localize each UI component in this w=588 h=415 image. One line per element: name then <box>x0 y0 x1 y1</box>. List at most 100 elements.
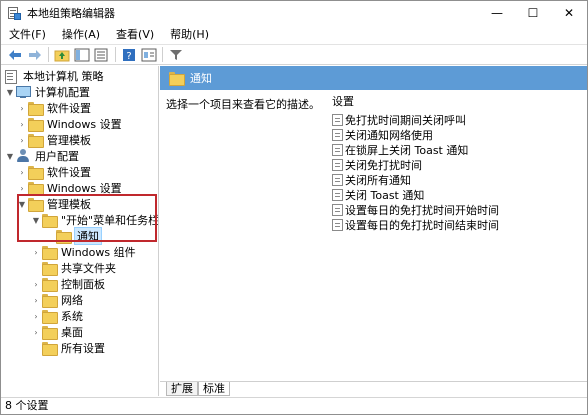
setting-item[interactable]: 关闭免打扰时间 <box>332 157 499 172</box>
tree-item-control-panel[interactable]: › 控制面板 <box>31 276 105 292</box>
setting-item[interactable]: 设置每日的免打扰时间开始时间 <box>332 202 499 217</box>
tree-item-computer-admin[interactable]: › 管理模板 <box>17 132 91 148</box>
folder-icon <box>27 102 44 116</box>
window-title: 本地组策略编辑器 <box>27 7 115 20</box>
setting-item[interactable]: 设置每日的免打扰时间结束时间 <box>332 217 499 232</box>
forward-button[interactable] <box>25 46 45 64</box>
collapse-arrow-icon[interactable]: ▼ <box>5 84 15 100</box>
expand-arrow-icon[interactable]: › <box>17 132 27 148</box>
tree-item-root[interactable]: 本地计算机 策略 <box>3 68 104 84</box>
tree-item-user-config[interactable]: ▼ 用户配置 <box>5 148 79 164</box>
back-button[interactable] <box>5 46 25 64</box>
maximize-button[interactable]: ☐ <box>515 1 551 25</box>
setting-item[interactable]: 关闭所有通知 <box>332 172 499 187</box>
collapse-arrow-icon[interactable]: ▼ <box>5 148 15 164</box>
policy-setting-icon <box>332 173 343 186</box>
folder-icon <box>41 246 58 260</box>
tree-item-system[interactable]: › 系统 <box>31 308 83 324</box>
computer-icon <box>15 85 31 99</box>
toolbar-separator <box>48 47 49 62</box>
toolbar: ? <box>1 44 587 65</box>
tree-item-label: 共享文件夹 <box>61 262 116 275</box>
policy-setting-icon <box>332 113 343 126</box>
forward-arrow-icon <box>29 49 41 60</box>
tree-item-label: Windows 组件 <box>61 246 136 259</box>
filter-button[interactable] <box>166 46 186 64</box>
tree-item-network[interactable]: › 网络 <box>31 292 83 308</box>
policy-setting-icon <box>332 218 343 231</box>
view-tabs: 扩展 标准 <box>160 381 587 396</box>
tab-standard[interactable]: 标准 <box>198 382 230 396</box>
window: 本地组策略编辑器 — ☐ ✕ 文件(F) 操作(A) 查看(V) 帮助(H) ?… <box>0 0 588 415</box>
setting-item[interactable]: 关闭通知网络使用 <box>332 127 499 142</box>
tree-pane: 本地计算机 策略 ▼ 计算机配置 › 软件设置 › Windows 设置 › 管… <box>1 66 159 396</box>
expand-arrow-icon[interactable]: › <box>17 100 27 116</box>
folder-icon <box>41 278 58 292</box>
setting-label: 在锁屏上关闭 Toast 通知 <box>345 143 469 157</box>
tree-item-label: 计算机配置 <box>35 86 90 99</box>
folder-icon <box>27 166 44 180</box>
close-button[interactable]: ✕ <box>551 1 587 25</box>
policy-setting-icon <box>332 128 343 141</box>
tree-item-label: 网络 <box>61 294 83 307</box>
menu-help[interactable]: 帮助(H) <box>162 25 217 44</box>
up-one-level-button[interactable] <box>52 46 72 64</box>
tree-item-label: 软件设置 <box>47 166 91 179</box>
details-pane: 通知 选择一个项目来查看它的描述。 设置 免打扰时间期间关闭呼叫 关闭通知网络使… <box>160 66 587 396</box>
tree-item-label: 所有设置 <box>61 342 105 355</box>
tree-item-label: 用户配置 <box>35 150 79 163</box>
setting-label: 设置每日的免打扰时间结束时间 <box>345 218 499 232</box>
expand-arrow-icon[interactable]: › <box>17 164 27 180</box>
tree-item-desktop[interactable]: › 桌面 <box>31 324 83 340</box>
minimize-button[interactable]: — <box>479 1 515 25</box>
expand-arrow-icon[interactable]: › <box>31 324 41 340</box>
tab-extended[interactable]: 扩展 <box>166 382 198 396</box>
tree-item-label: 本地计算机 策略 <box>23 70 104 83</box>
tree-item-shared-folders[interactable]: 共享文件夹 <box>31 260 116 276</box>
policy-setting-icon <box>332 143 343 156</box>
menu-file[interactable]: 文件(F) <box>1 25 54 44</box>
setting-item[interactable]: 免打扰时间期间关闭呼叫 <box>332 112 499 127</box>
expand-arrow-icon[interactable]: › <box>31 276 41 292</box>
tree-item-windows-components[interactable]: › Windows 组件 <box>31 244 136 260</box>
tree-item-computer-config[interactable]: ▼ 计算机配置 <box>5 84 90 100</box>
folder-icon <box>41 326 58 340</box>
tree-item-label: 管理模板 <box>47 134 91 147</box>
tree-item-label: 控制面板 <box>61 278 105 291</box>
menu-action[interactable]: 操作(A) <box>54 25 108 44</box>
expand-arrow-icon[interactable]: › <box>31 244 41 260</box>
setting-label: 设置每日的免打扰时间开始时间 <box>345 203 499 217</box>
help-button[interactable]: ? <box>119 46 139 64</box>
setting-item[interactable]: 在锁屏上关闭 Toast 通知 <box>332 142 499 157</box>
properties-icon <box>141 48 157 61</box>
back-arrow-icon <box>9 49 21 60</box>
expand-arrow-icon[interactable]: › <box>31 292 41 308</box>
setting-label: 关闭通知网络使用 <box>345 128 433 142</box>
expand-arrow-icon[interactable]: › <box>17 116 27 132</box>
setting-label: 关闭免打扰时间 <box>345 158 422 172</box>
tree-item-label: 系统 <box>61 310 83 323</box>
show-hide-tree-button[interactable] <box>72 46 92 64</box>
setting-item[interactable]: 关闭 Toast 通知 <box>332 187 499 202</box>
filter-icon <box>170 49 182 60</box>
tree-item-user-software[interactable]: › 软件设置 <box>17 164 91 180</box>
policy-editor-app-icon <box>7 6 21 20</box>
tree-item-all-settings[interactable]: 所有设置 <box>31 340 105 356</box>
tree-item-label: 软件设置 <box>47 102 91 115</box>
show-hide-tree-icon <box>74 48 90 61</box>
description-text: 选择一个项目来查看它的描述。 <box>166 98 320 111</box>
setting-label: 关闭 Toast 通知 <box>345 188 425 202</box>
red-highlight-box <box>17 194 157 242</box>
folder-icon <box>168 72 185 86</box>
help-icon: ? <box>123 48 135 62</box>
properties-button[interactable] <box>139 46 159 64</box>
toolbar-separator <box>115 47 116 62</box>
export-list-button[interactable] <box>92 46 112 64</box>
settings-column-header[interactable]: 设置 <box>332 94 499 110</box>
menu-view[interactable]: 查看(V) <box>108 25 162 44</box>
policy-setting-icon <box>332 158 343 171</box>
tree-item-computer-windows[interactable]: › Windows 设置 <box>17 116 122 132</box>
folder-icon <box>27 118 44 132</box>
expand-arrow-icon[interactable]: › <box>31 308 41 324</box>
tree-item-computer-software[interactable]: › 软件设置 <box>17 100 91 116</box>
